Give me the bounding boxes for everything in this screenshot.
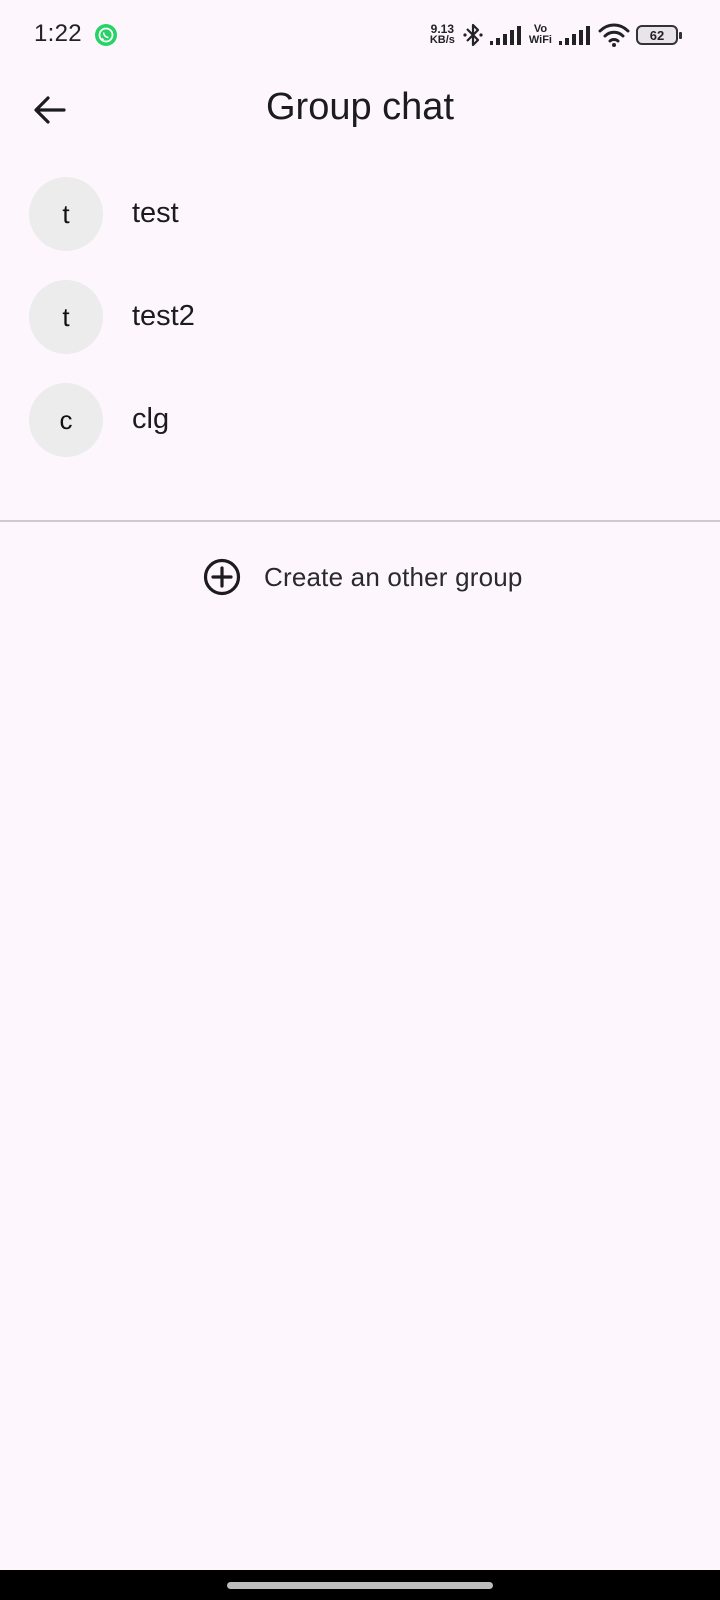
vowifi-indicator: Vo WiFi [529, 24, 552, 46]
group-name: test [132, 197, 179, 229]
create-group-button[interactable]: Create an other group [202, 555, 523, 599]
whatsapp-icon [95, 24, 117, 46]
page-title: Group chat [266, 86, 454, 128]
vowifi-bottom: WiFi [528, 34, 552, 46]
wifi-icon [598, 23, 630, 47]
status-time: 1:22 [34, 20, 82, 47]
group-name: test2 [132, 300, 195, 332]
status-icons: 9.13 KB/s Vo WiFi 62 [429, 18, 682, 52]
divider [0, 520, 720, 522]
group-name: clg [132, 403, 170, 435]
group-avatar: c [29, 383, 103, 457]
group-avatar: t [29, 177, 103, 251]
group-list-item[interactable]: t test2 [0, 266, 720, 369]
battery-level: 62 [649, 27, 665, 43]
group-list-item[interactable]: t test [0, 163, 720, 266]
group-list: t test t test2 c clg [0, 163, 720, 472]
network-speed-unit: KB/s [429, 34, 455, 46]
create-group-label: Create an other group [264, 561, 523, 592]
home-indicator[interactable] [227, 1582, 493, 1589]
network-speed: 9.13 KB/s [429, 23, 455, 46]
navigation-bar [0, 1570, 720, 1600]
group-avatar: t [29, 280, 103, 354]
status-bar: 1:22 9.13 KB/s Vo WiFi 62 [0, 0, 720, 72]
bluetooth-icon [463, 23, 483, 47]
signal-icon-2 [559, 26, 590, 45]
battery-icon: 62 [636, 25, 682, 45]
signal-icon [489, 26, 521, 45]
add-circle-icon [203, 558, 241, 596]
group-list-item[interactable]: c clg [0, 369, 720, 472]
app-bar: Group chat [0, 72, 720, 148]
